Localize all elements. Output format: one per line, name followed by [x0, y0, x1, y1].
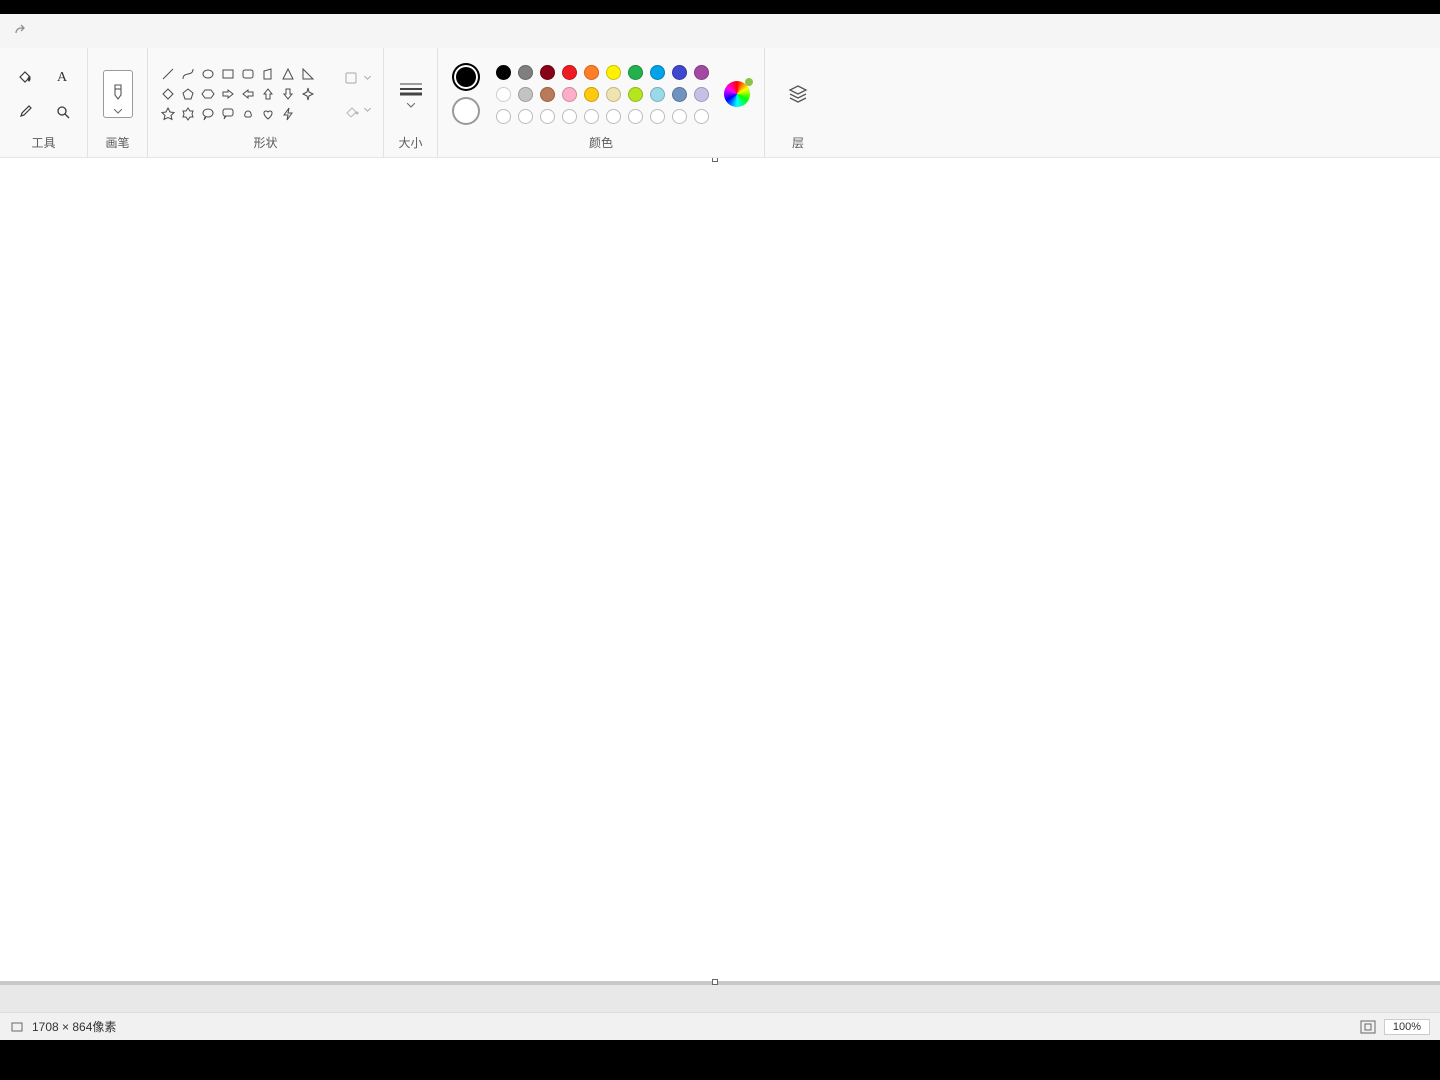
- shape-arrow-down[interactable]: [278, 84, 298, 104]
- canvas-size-icon: [10, 1020, 24, 1034]
- shapes-gallery[interactable]: [148, 64, 328, 124]
- shape-curve[interactable]: [178, 64, 198, 84]
- color-swatch[interactable]: [584, 87, 599, 102]
- color-swatch[interactable]: [496, 87, 511, 102]
- shape-callout-cloud[interactable]: [238, 104, 258, 124]
- custom-color-slot[interactable]: [518, 109, 533, 124]
- zoom-level[interactable]: 100%: [1384, 1019, 1430, 1035]
- color-swatch[interactable]: [628, 87, 643, 102]
- resize-handle-bottom[interactable]: [712, 979, 718, 985]
- title-bar: [0, 0, 1440, 14]
- bottom-bar: [0, 1040, 1440, 1080]
- shape-4star[interactable]: [298, 84, 318, 104]
- color-swatch[interactable]: [650, 87, 665, 102]
- color-swatch[interactable]: [606, 87, 621, 102]
- color-swatch[interactable]: [694, 87, 709, 102]
- shapes-label: 形状: [148, 134, 383, 153]
- group-shapes: 形状: [148, 48, 384, 157]
- shape-heart[interactable]: [258, 104, 278, 124]
- shape-arrow-up[interactable]: [258, 84, 278, 104]
- color-swatch[interactable]: [672, 65, 687, 80]
- color-swatch[interactable]: [628, 65, 643, 80]
- workspace: [0, 158, 1440, 1012]
- color-swatch[interactable]: [584, 65, 599, 80]
- colors-label: 颜色: [438, 134, 764, 153]
- color-swatch[interactable]: [562, 65, 577, 80]
- size-dropdown[interactable]: [384, 81, 438, 108]
- shape-polygon[interactable]: [258, 64, 278, 84]
- shape-callout-rounded[interactable]: [198, 104, 218, 124]
- custom-color-slot[interactable]: [650, 109, 665, 124]
- svg-text:A: A: [57, 70, 68, 85]
- color-swatch[interactable]: [518, 87, 533, 102]
- color-swatch[interactable]: [562, 87, 577, 102]
- group-layers: 层: [765, 48, 831, 157]
- shape-6star[interactable]: [178, 104, 198, 124]
- shape-lightning[interactable]: [278, 104, 298, 124]
- color-swatch[interactable]: [496, 65, 511, 80]
- group-tools: A 工具: [0, 48, 88, 157]
- custom-color-slot[interactable]: [540, 109, 555, 124]
- magnifier-tool[interactable]: [45, 95, 81, 129]
- layers-label: 层: [765, 134, 831, 153]
- shape-outline-dropdown[interactable]: [344, 71, 371, 85]
- status-bar: 1708 × 864像素 100%: [0, 1012, 1440, 1040]
- canvas[interactable]: [0, 158, 1440, 981]
- size-label: 大小: [384, 134, 437, 153]
- custom-color-slot[interactable]: [694, 109, 709, 124]
- canvas-background: [0, 985, 1440, 1012]
- custom-color-slot[interactable]: [672, 109, 687, 124]
- shape-hexagon[interactable]: [198, 84, 218, 104]
- color-swatch[interactable]: [540, 65, 555, 80]
- shape-arrow-left[interactable]: [238, 84, 258, 104]
- shape-arrow-right[interactable]: [218, 84, 238, 104]
- shape-rounded-rect[interactable]: [238, 64, 258, 84]
- group-brush: 画笔: [88, 48, 148, 157]
- shape-triangle[interactable]: [278, 64, 298, 84]
- shape-diamond[interactable]: [158, 84, 178, 104]
- layers-button[interactable]: [765, 83, 831, 105]
- shape-line[interactable]: [158, 64, 178, 84]
- brush-dropdown[interactable]: [103, 70, 133, 118]
- custom-color-slot[interactable]: [496, 109, 511, 124]
- shape-rect[interactable]: [218, 64, 238, 84]
- fit-screen-icon[interactable]: [1360, 1020, 1376, 1034]
- brush-label: 画笔: [88, 134, 147, 153]
- color-swatch[interactable]: [518, 65, 533, 80]
- edit-colors-button[interactable]: [724, 81, 750, 107]
- custom-color-slot[interactable]: [562, 109, 577, 124]
- custom-color-slot[interactable]: [628, 109, 643, 124]
- resize-handle-top[interactable]: [712, 158, 718, 162]
- shape-5star[interactable]: [158, 104, 178, 124]
- color-1[interactable]: [452, 63, 480, 91]
- color-2[interactable]: [452, 97, 480, 125]
- color-swatch[interactable]: [694, 65, 709, 80]
- color-picker-tool[interactable]: [7, 95, 43, 129]
- color-swatch[interactable]: [650, 65, 665, 80]
- canvas-size-text: 1708 × 864像素: [32, 1018, 116, 1035]
- custom-color-slot[interactable]: [606, 109, 621, 124]
- quick-access-toolbar: [0, 14, 1440, 48]
- group-colors: 颜色: [438, 48, 765, 157]
- color-swatch[interactable]: [606, 65, 621, 80]
- tools-label: 工具: [0, 134, 87, 153]
- ribbon: A 工具: [0, 48, 1440, 158]
- group-size: 大小: [384, 48, 438, 157]
- color-swatch[interactable]: [672, 87, 687, 102]
- shape-oval[interactable]: [198, 64, 218, 84]
- shape-callout-rect[interactable]: [218, 104, 238, 124]
- shape-right-triangle[interactable]: [298, 64, 318, 84]
- shape-pentagon[interactable]: [178, 84, 198, 104]
- redo-button[interactable]: [12, 23, 28, 39]
- text-tool[interactable]: A: [45, 59, 81, 93]
- fill-tool[interactable]: [7, 59, 43, 93]
- custom-color-slot[interactable]: [584, 109, 599, 124]
- color-swatch[interactable]: [540, 87, 555, 102]
- shape-fill-dropdown[interactable]: [344, 103, 371, 117]
- color-swatches: [492, 61, 712, 127]
